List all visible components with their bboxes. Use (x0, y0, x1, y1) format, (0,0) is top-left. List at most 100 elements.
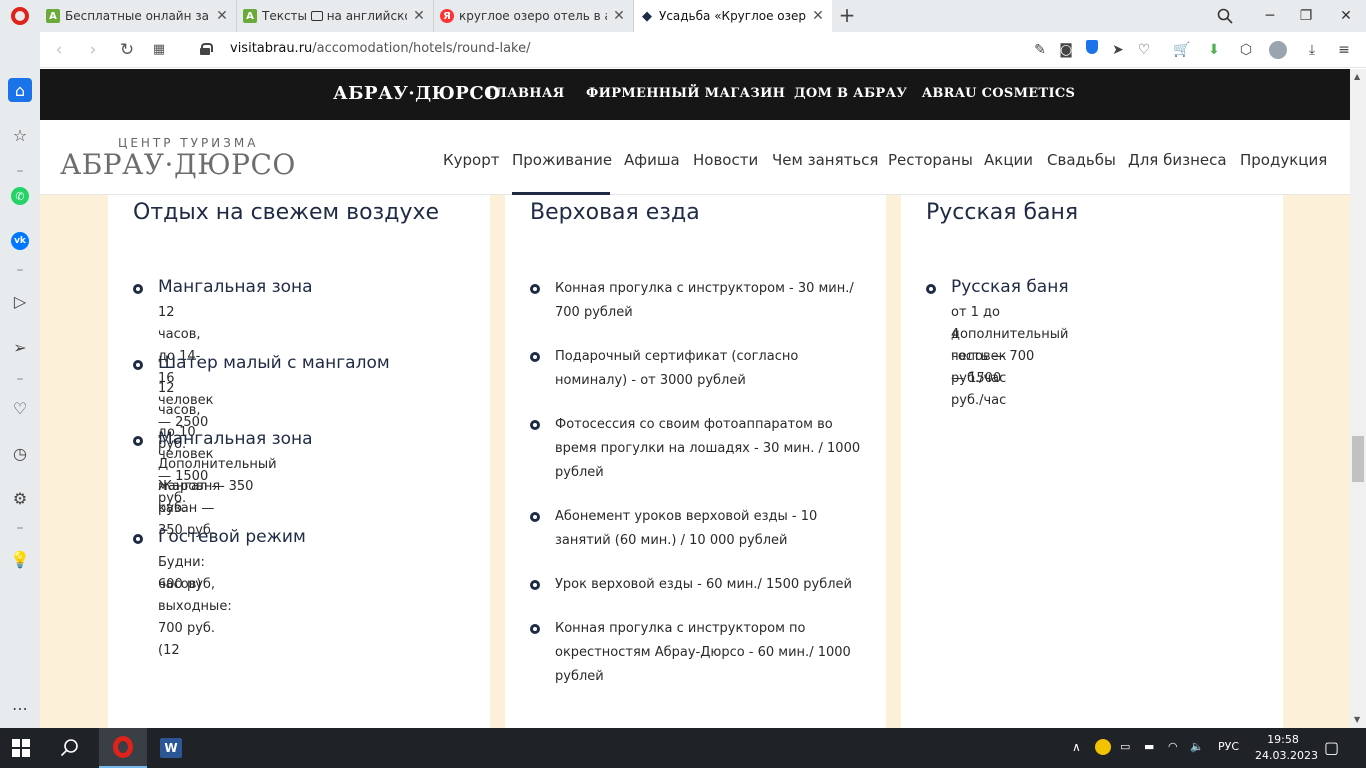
taskbar-word-icon[interactable]: W (147, 728, 195, 768)
browser-tab-1[interactable]: A Бесплатные онлайн заняти ✕ (40, 0, 237, 32)
page-scrollbar[interactable]: ▲ ▼ (1350, 69, 1366, 728)
url-field[interactable]: visitabrau.ru/accomodation/hotels/round-… (230, 41, 531, 56)
whatsapp-icon[interactable]: ✆ (11, 187, 29, 205)
windows-start-icon[interactable] (12, 739, 30, 757)
card-title: Верховая езда (530, 200, 700, 225)
browser-tab-3[interactable]: Я круглое озеро отель в аб ✕ (434, 0, 634, 32)
send-arrow-icon[interactable]: ➢ (8, 335, 32, 359)
bullet-icon (926, 284, 936, 294)
minimize-button[interactable]: ─ (1250, 0, 1290, 32)
bullet-icon (530, 580, 540, 590)
favorites-heart-icon[interactable]: ♡ (8, 396, 32, 420)
topnav-home-abrau[interactable]: ДОМ В АБРАУ (794, 86, 907, 101)
back-icon[interactable]: ‹ (48, 39, 70, 61)
top-navigation: АБРАУ·ДЮРСО ГЛАВНАЯ ФИРМЕННЫЙ МАГАЗИН ДО… (40, 69, 1350, 120)
clock-date: 24.03.2023 (1255, 749, 1318, 762)
browser-tab-active[interactable]: ◆ Усадьба «Круглое озеро» ✕ (634, 0, 832, 32)
scroll-thumb[interactable] (1352, 436, 1364, 482)
tab-close-icon[interactable]: ✕ (214, 8, 230, 24)
item-title: Мангальная зона (158, 277, 313, 297)
item-text: Будни: 600 руб, выходные: 700 руб. (12 (158, 555, 232, 658)
language-indicator[interactable]: РУС (1218, 740, 1239, 753)
vk-icon[interactable]: vk (11, 232, 29, 250)
speed-dial-icon[interactable]: ▦ (148, 39, 170, 61)
bullet-icon (530, 420, 540, 430)
card-riding: Верховая езда Конная прогулка с инструкт… (505, 195, 886, 728)
item-title: Гостевой режим (158, 527, 306, 547)
card-title: Русская баня (926, 200, 1079, 225)
nav-news[interactable]: Новости (693, 151, 758, 169)
send-icon[interactable]: ➤ (1108, 40, 1128, 60)
history-clock-icon[interactable]: ◷ (8, 441, 32, 465)
nav-products[interactable]: Продукция (1240, 151, 1327, 169)
download-arrow-icon[interactable]: ⬇ (1204, 40, 1224, 60)
item-title: Шатер малый с мангалом (158, 353, 390, 373)
reload-icon[interactable]: ↻ (116, 39, 138, 61)
taskbar-opera-icon[interactable] (99, 728, 147, 768)
profile-avatar-icon[interactable] (1268, 40, 1288, 60)
more-dots-icon[interactable]: ⋯ (8, 696, 32, 720)
tray-app-icon[interactable] (1095, 739, 1111, 758)
site-logo[interactable]: АБРАУ·ДЮРСО (60, 148, 296, 181)
home-icon[interactable]: ⌂ (8, 78, 32, 102)
edit-page-icon[interactable]: ✎ (1030, 40, 1050, 60)
brand-logo[interactable]: АБРАУ·ДЮРСО (333, 83, 500, 104)
extensions-cube-icon[interactable]: ⬡ (1236, 40, 1256, 60)
nav-accommodation[interactable]: Проживание (512, 151, 612, 169)
yandex-favicon-icon: Я (440, 9, 454, 23)
cart-icon[interactable]: 🛒 (1172, 40, 1192, 60)
scroll-up-icon[interactable]: ▲ (1354, 72, 1360, 81)
nav-events[interactable]: Афиша (624, 151, 680, 169)
item-text: Конная прогулка с инструктором - 30 мин.… (555, 281, 854, 320)
nav-business[interactable]: Для бизнеса (1128, 151, 1227, 169)
system-clock[interactable]: 19:58 24.03.2023 (1255, 732, 1318, 764)
topnav-main[interactable]: ГЛАВНАЯ (486, 86, 564, 101)
bullet-icon (530, 352, 540, 362)
downloads-icon[interactable]: ⤓ (1302, 40, 1322, 60)
address-bar: ‹ › ↻ ▦ visitabrau.ru/accomodation/hotel… (40, 32, 1366, 68)
nav-resort[interactable]: Курорт (443, 151, 499, 169)
browser-tab-2[interactable]: A Тексты на английском ✕ (237, 0, 434, 32)
url-path: /accomodation/hotels/round-lake/ (312, 41, 531, 56)
nav-promotions[interactable]: Акции (984, 151, 1033, 169)
item-text: дополнительный гость — 700 руб./час (951, 327, 1069, 386)
tab-close-icon[interactable]: ✕ (810, 8, 826, 24)
player-icon[interactable]: ▷ (8, 289, 32, 313)
nav-activities[interactable]: Чем заняться (772, 151, 878, 169)
heart-icon[interactable]: ♡ (1134, 40, 1154, 60)
wifi-icon[interactable]: ◠ (1168, 740, 1178, 753)
tab-close-icon[interactable]: ✕ (611, 8, 627, 24)
item-text: часов) (158, 577, 202, 592)
easy-setup-icon[interactable]: ≡ (1334, 40, 1354, 60)
forward-icon[interactable]: › (82, 39, 104, 61)
maximize-button[interactable]: ❐ (1286, 0, 1326, 32)
vpn-shield-icon[interactable] (1082, 40, 1102, 60)
tab-title: Тексты на английском (262, 9, 407, 23)
notifications-icon[interactable]: ▢ (1324, 738, 1339, 757)
opera-menu-icon[interactable] (0, 0, 40, 32)
bullet-icon (133, 284, 143, 294)
tab-close-icon[interactable]: ✕ (411, 8, 427, 24)
battery-icon[interactable]: ▬ (1144, 740, 1154, 753)
lightbulb-icon[interactable]: 💡 (8, 547, 32, 571)
snapshot-icon[interactable]: ◙ (1056, 40, 1076, 60)
volume-icon[interactable]: 🔈 (1190, 740, 1204, 753)
topnav-cosmetics[interactable]: ABRAU COSMETICS (922, 86, 1075, 101)
search-icon[interactable] (60, 738, 82, 758)
search-tabs-icon[interactable] (1205, 0, 1245, 32)
lock-icon[interactable] (200, 43, 213, 55)
star-icon[interactable]: ☆ (8, 123, 32, 147)
bullet-icon (133, 534, 143, 544)
settings-gear-icon[interactable]: ⚙ (8, 486, 32, 510)
tray-expand-icon[interactable]: ∧ (1072, 740, 1081, 754)
item-text: Урок верховой езды - 60 мин./ 1500 рубле… (555, 577, 852, 592)
scroll-down-icon[interactable]: ▼ (1354, 715, 1360, 724)
nav-restaurants[interactable]: Рестораны (888, 151, 973, 169)
close-window-button[interactable]: ✕ (1326, 0, 1366, 32)
new-tab-button[interactable]: + (836, 4, 858, 26)
item-text: Фотосессия со своим фотоаппаратом во врем… (555, 417, 861, 480)
topnav-shop[interactable]: ФИРМЕННЫЙ МАГАЗИН (586, 86, 785, 101)
tray-meet-icon[interactable]: ▭ (1120, 740, 1130, 753)
nav-weddings[interactable]: Свадьбы (1047, 151, 1116, 169)
site-header: ЦЕНТР ТУРИЗМА АБРАУ·ДЮРСО Курорт Прожива… (40, 120, 1350, 195)
